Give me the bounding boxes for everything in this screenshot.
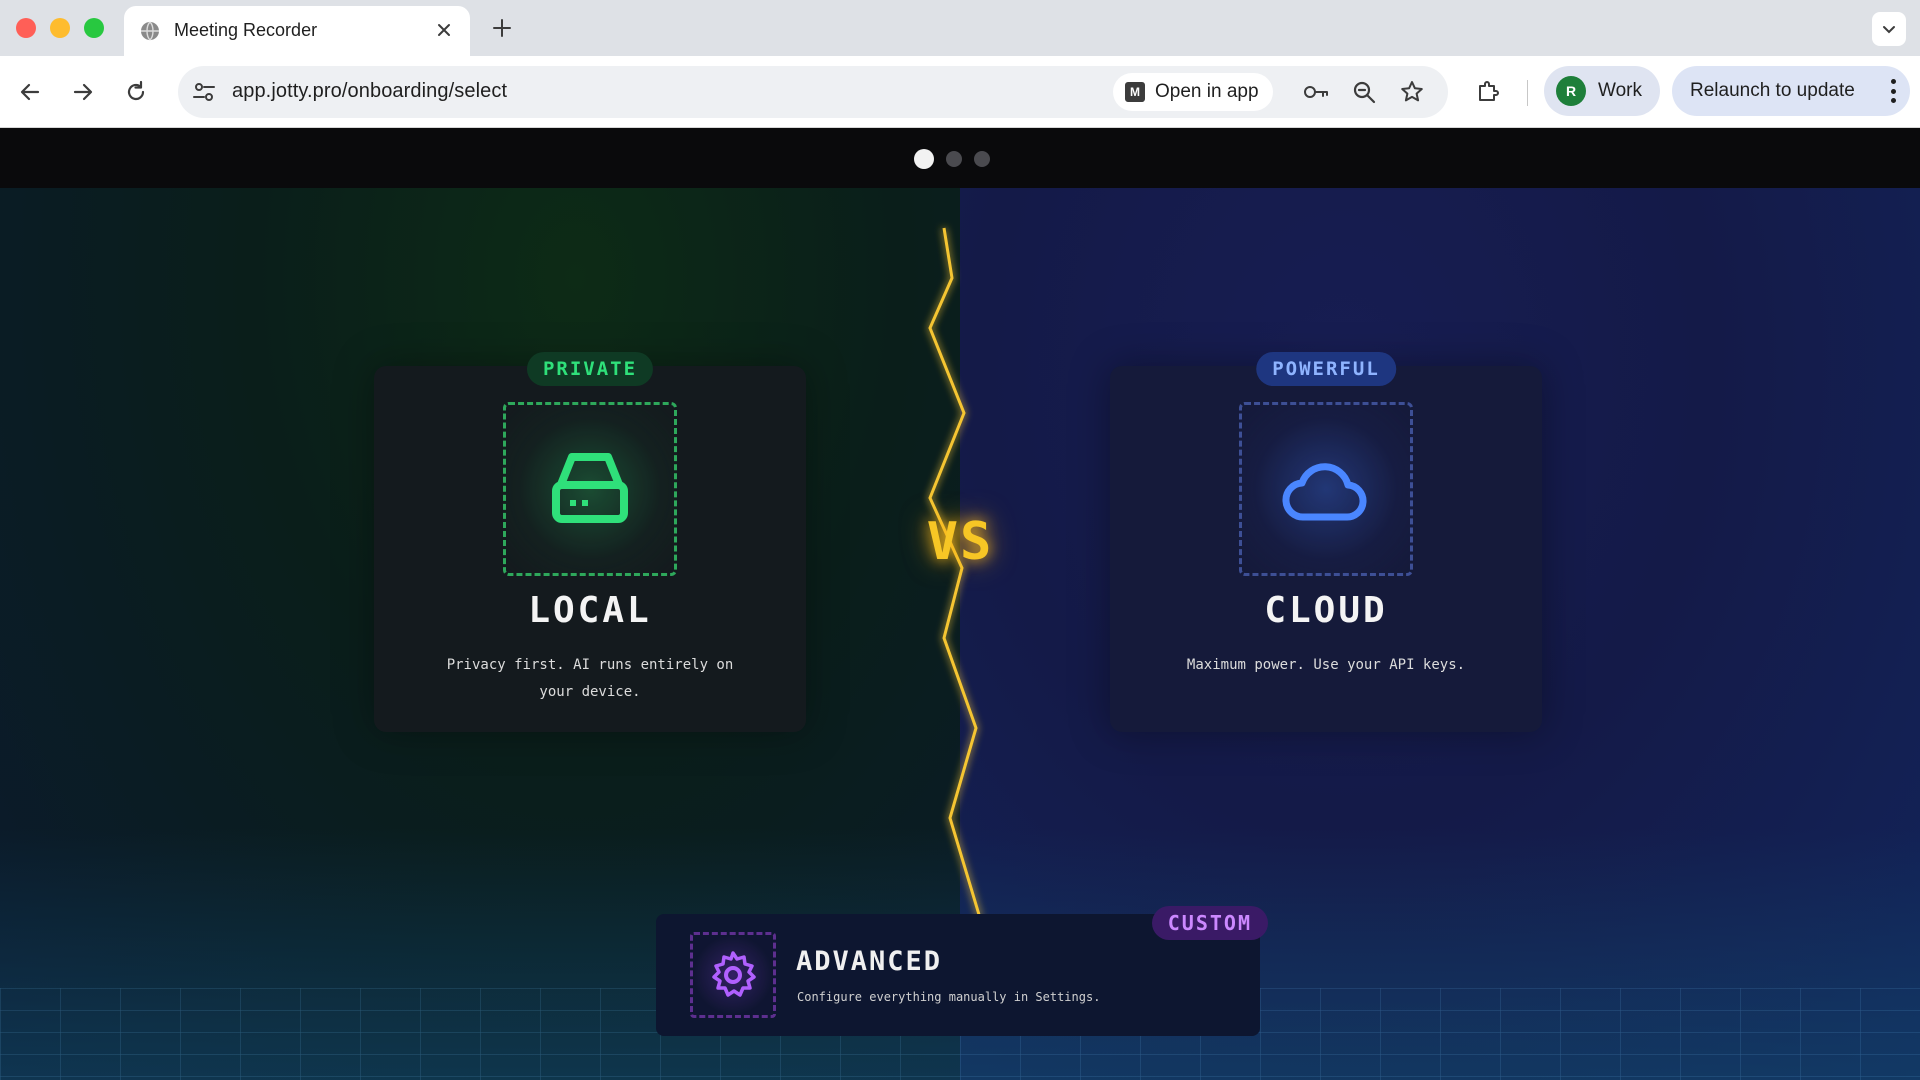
cloud-icon <box>1282 463 1367 521</box>
open-in-app-label: Open in app <box>1155 81 1259 102</box>
hard-drive-icon <box>552 453 628 523</box>
step-dots <box>914 149 990 169</box>
vs-label: VS <box>926 512 994 572</box>
gear-icon <box>712 951 756 997</box>
browser-toolbar: app.jotty.pro/onboarding/select M Open i… <box>0 56 1920 128</box>
chevron-down-icon <box>1883 26 1895 34</box>
step-indicator-bar <box>0 128 1920 188</box>
site-settings-icon[interactable] <box>188 76 220 108</box>
minimize-window-button[interactable] <box>50 18 70 38</box>
new-tab-plus-icon[interactable] <box>490 16 514 40</box>
relaunch-button[interactable]: Relaunch to update <box>1672 66 1910 116</box>
local-icon-frame <box>503 402 677 576</box>
cloud-icon-frame <box>1239 402 1413 576</box>
advanced-option-card[interactable]: ADVANCED Configure everything manually i… <box>656 906 1268 1036</box>
tab-strip: Meeting Recorder <box>0 0 1920 56</box>
star-icon[interactable] <box>1398 78 1426 106</box>
url-text[interactable]: app.jotty.pro/onboarding/select <box>232 80 507 103</box>
zoom-icon[interactable] <box>1350 78 1378 106</box>
profile-name: Work <box>1598 80 1642 101</box>
cloud-option-card[interactable]: POWERFUL CLOUD Maximum power. Use your A… <box>1110 352 1542 732</box>
relaunch-label: Relaunch to update <box>1690 80 1855 101</box>
open-in-app-button[interactable]: M Open in app <box>1113 73 1273 111</box>
onboarding-page: PRIVATE LOCAL Privacy first. AI runs ent… <box>0 128 1920 1080</box>
tab-title: Meeting Recorder <box>174 20 318 40</box>
toolbar-divider <box>1527 80 1528 106</box>
extensions-icon[interactable] <box>1474 78 1502 106</box>
custom-badge: CUSTOM <box>1151 906 1268 940</box>
local-description: Privacy first. AI runs entirely on your … <box>446 657 734 700</box>
reload-icon[interactable] <box>122 78 150 106</box>
powerful-badge: POWERFUL <box>1256 352 1396 386</box>
more-menu-icon[interactable] <box>1890 79 1896 103</box>
zoom-window-button[interactable] <box>84 18 104 38</box>
advanced-title: ADVANCED <box>796 946 943 977</box>
close-window-button[interactable] <box>16 18 36 38</box>
step-dot-2[interactable] <box>946 151 962 167</box>
avatar: R <box>1556 76 1586 106</box>
close-icon[interactable] <box>434 20 454 40</box>
tab-meeting-recorder[interactable]: Meeting Recorder <box>124 6 470 56</box>
app-icon: M <box>1125 82 1145 102</box>
advanced-icon-frame <box>690 932 776 1018</box>
address-bar[interactable]: app.jotty.pro/onboarding/select M Open i… <box>178 66 1448 118</box>
step-dot-3[interactable] <box>974 151 990 167</box>
key-icon[interactable] <box>1302 78 1330 106</box>
profile-button[interactable]: R Work <box>1544 66 1660 116</box>
cloud-description: Maximum power. Use your API keys. <box>1186 657 1466 673</box>
step-dot-1[interactable] <box>914 149 934 169</box>
globe-icon <box>141 21 159 41</box>
local-option-card[interactable]: PRIVATE LOCAL Privacy first. AI runs ent… <box>374 352 806 732</box>
advanced-description: Configure everything manually in Setting… <box>797 990 1101 1004</box>
back-arrow-icon[interactable] <box>16 78 44 106</box>
tab-search-button[interactable] <box>1872 12 1906 46</box>
private-badge: PRIVATE <box>526 352 654 386</box>
cloud-title: CLOUD <box>1264 590 1388 631</box>
forward-arrow-icon[interactable] <box>69 78 97 106</box>
browser-window: Meeting Recorder app.jotty.pro/onboardin… <box>0 0 1920 1080</box>
local-title: LOCAL <box>528 590 652 631</box>
